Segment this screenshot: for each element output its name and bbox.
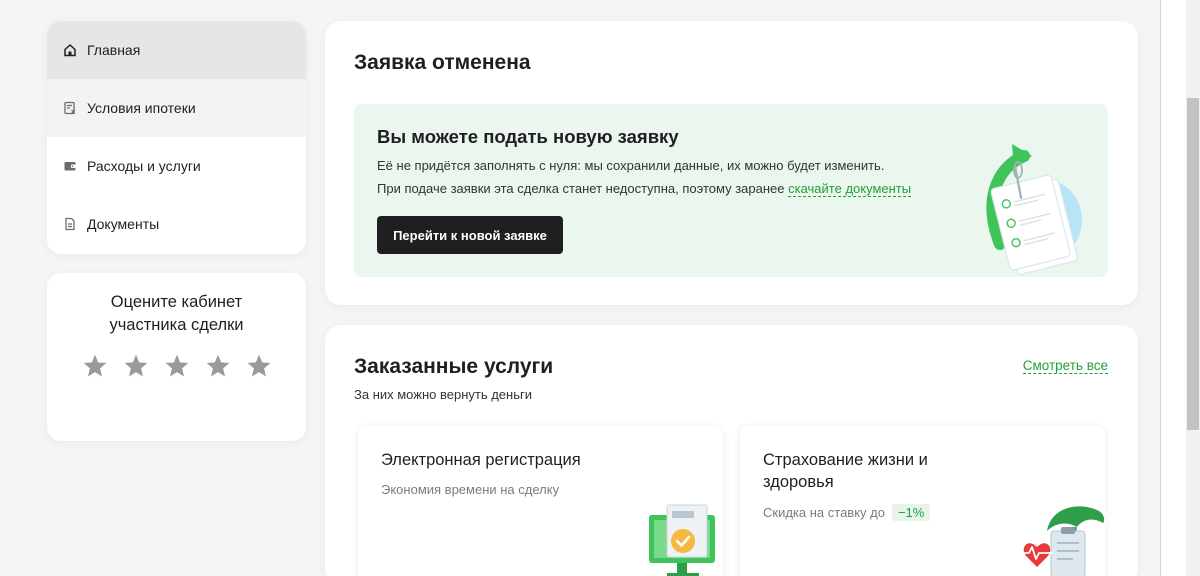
new-application-button[interactable]: Перейти к новой заявке	[377, 216, 563, 254]
sidebar-nav: Главная Условия ипотеки Расходы и услуги…	[47, 21, 306, 254]
window-edge	[1160, 0, 1200, 576]
divider	[1160, 0, 1161, 576]
banner-title: Вы можете подать новую заявку	[377, 126, 679, 147]
sidebar-item-label: Расходы и услуги	[87, 158, 201, 174]
sidebar-item-documents[interactable]: Документы	[47, 195, 306, 253]
sidebar-item-label: Условия ипотеки	[87, 100, 196, 116]
star-icon-1[interactable]	[82, 353, 108, 379]
service-title: Страхование жизни и здоровья	[763, 451, 928, 491]
rating-title: Оцените кабинет участника сделки	[109, 293, 244, 334]
application-status-card: Заявка отменена Вы можете подать новую з…	[325, 21, 1138, 305]
discount-badge: −1%	[891, 504, 931, 521]
section-title: Заказанные услуги	[354, 355, 554, 378]
file-icon	[63, 217, 77, 231]
banner-text-prefix: При подаче заявки эта сделка станет недо…	[377, 181, 789, 196]
page-title: Заявка отменена	[354, 51, 531, 74]
ordered-services-card: Заказанные услуги За них можно вернуть д…	[325, 325, 1138, 576]
discount-text: Скидка на ставку до	[763, 505, 885, 520]
sidebar-item-home[interactable]: Главная	[47, 21, 306, 79]
banner-text-line1: Её не придётся заполнять с нуля: мы сохр…	[377, 158, 885, 173]
service-card-e-registration[interactable]: Электронная регистрация Экономия времени…	[358, 426, 723, 576]
star-icon-5[interactable]	[246, 353, 272, 379]
health-insurance-icon	[1017, 501, 1105, 576]
sidebar-item-expenses[interactable]: Расходы и услуги	[47, 137, 306, 195]
star-icon-4[interactable]	[205, 353, 231, 379]
document-percent-icon	[63, 101, 77, 115]
see-all-link[interactable]: Смотреть все	[1022, 358, 1108, 374]
documents-illustration	[948, 134, 1108, 277]
wallet-icon	[63, 159, 77, 173]
rating-card: Оцените кабинет участника сделки	[47, 273, 306, 441]
service-card-life-insurance[interactable]: Страхование жизни и здоровья Скидка на с…	[740, 426, 1105, 576]
sidebar-item-label: Главная	[87, 42, 141, 58]
rating-stars	[47, 353, 306, 379]
sidebar-item-label: Документы	[87, 216, 160, 232]
home-icon	[63, 43, 77, 57]
service-subtitle: Экономия времени на сделку	[381, 482, 560, 497]
star-icon-2[interactable]	[123, 353, 149, 379]
service-subtitle: Скидка на ставку до −1%	[763, 504, 931, 521]
monitor-check-icon	[643, 501, 723, 576]
service-title: Электронная регистрация	[381, 451, 581, 469]
download-documents-link[interactable]: скачайте документы	[788, 181, 912, 197]
sidebar-item-mortgage-terms[interactable]: Условия ипотеки	[47, 79, 306, 137]
section-subtitle: За них можно вернуть деньги	[354, 387, 532, 402]
new-application-banner: Вы можете подать новую заявку Её не прид…	[354, 104, 1108, 277]
star-icon-3[interactable]	[164, 353, 190, 379]
scrollbar-thumb[interactable]	[1187, 98, 1199, 430]
banner-text-line2: При подаче заявки эта сделка станет недо…	[377, 181, 912, 197]
scrollbar-track[interactable]	[1186, 0, 1200, 576]
